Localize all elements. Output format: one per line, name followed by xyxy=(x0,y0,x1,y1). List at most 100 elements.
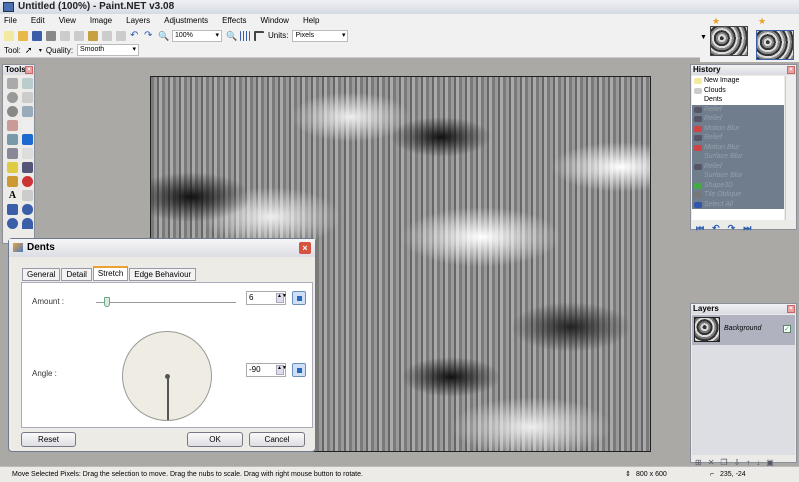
amount-spinner[interactable]: ▲▼ xyxy=(276,293,287,303)
deselect-icon[interactable] xyxy=(116,30,126,41)
ellipse-select-tool-icon[interactable] xyxy=(7,106,18,117)
cut-icon[interactable] xyxy=(60,30,70,41)
pencil-tool-icon[interactable] xyxy=(7,162,18,173)
move-selection-tool-icon[interactable] xyxy=(22,78,33,89)
history-item[interactable]: Surface Blur xyxy=(692,152,784,162)
units-select[interactable]: Pixels xyxy=(292,29,349,42)
amount-reset-button[interactable] xyxy=(292,291,306,305)
close-icon[interactable]: × xyxy=(25,66,33,74)
angle-spinner[interactable]: ▲▼ xyxy=(276,365,287,375)
menu-view[interactable]: View xyxy=(59,14,76,28)
menu-effects[interactable]: Effects xyxy=(222,14,246,28)
recolor-tool-icon[interactable] xyxy=(22,176,33,187)
tool-dropdown-icon[interactable]: ▾ xyxy=(39,47,42,54)
close-icon[interactable]: × xyxy=(787,66,795,74)
paste-icon[interactable] xyxy=(88,30,98,41)
paintbrush-tool-icon[interactable] xyxy=(7,148,18,159)
zoom-out-icon[interactable]: 🔍 xyxy=(158,31,169,41)
print-icon[interactable] xyxy=(46,30,56,41)
rewind-icon[interactable]: ⏮ xyxy=(696,223,704,234)
history-item[interactable]: Tile Oblique xyxy=(692,190,784,200)
move-selected-tool-icon[interactable]: ➚ xyxy=(25,45,35,55)
layers-title-text: Layers xyxy=(693,304,719,313)
history-item[interactable]: Motion Blur xyxy=(692,142,784,152)
fast-forward-icon[interactable]: ⏭ xyxy=(743,223,751,234)
rounded-rectangle-tool-icon[interactable] xyxy=(22,204,33,215)
save-icon[interactable] xyxy=(32,30,42,41)
history-item[interactable]: Dents xyxy=(692,95,784,105)
lasso-tool-icon[interactable] xyxy=(7,92,18,103)
history-item[interactable]: Motion Blur xyxy=(692,123,784,133)
image-size-icon: ⇕ xyxy=(625,471,631,478)
history-item[interactable]: Relief xyxy=(692,104,784,114)
close-icon[interactable]: × xyxy=(787,305,795,313)
zoom-tool-icon[interactable] xyxy=(22,106,33,117)
tab-stretch[interactable]: Stretch xyxy=(92,266,129,281)
zoom-select[interactable]: 100% xyxy=(172,29,222,42)
history-item[interactable]: Surface Blur xyxy=(692,171,784,181)
amount-input[interactable]: 6 ▲▼ xyxy=(246,291,287,305)
dents-dialog: Dents × General Detail Stretch Edge Behav… xyxy=(8,238,316,452)
move-selected-tool-icon[interactable] xyxy=(22,92,33,103)
amount-slider[interactable] xyxy=(96,297,236,307)
undo-icon[interactable]: ↶ xyxy=(130,30,140,41)
cancel-button[interactable]: Cancel xyxy=(249,432,305,447)
history-item[interactable]: Select All xyxy=(692,199,784,209)
menu-edit[interactable]: Edit xyxy=(31,14,45,28)
redo-icon[interactable]: ↷ xyxy=(144,30,154,41)
magic-wand-tool-icon[interactable] xyxy=(7,120,18,131)
chevron-down-icon[interactable]: ▼ xyxy=(700,34,707,41)
history-item-label: Relief xyxy=(704,105,722,113)
menu-image[interactable]: Image xyxy=(90,14,112,28)
tab-edge-behaviour[interactable]: Edge Behaviour xyxy=(129,268,197,281)
crop-icon[interactable] xyxy=(102,30,112,41)
eraser-tool-icon[interactable] xyxy=(22,148,33,159)
layer-visibility-checkbox[interactable]: ✓ xyxy=(783,325,791,333)
history-item[interactable]: Relief xyxy=(692,161,784,171)
history-item[interactable]: Clouds xyxy=(692,86,784,96)
history-item[interactable]: Relief xyxy=(692,133,784,143)
new-icon[interactable] xyxy=(4,30,14,41)
history-item[interactable]: Relief xyxy=(692,114,784,124)
menu-window[interactable]: Window xyxy=(260,14,288,28)
angle-input[interactable]: -90 ▲▼ xyxy=(246,363,287,377)
amount-slider-thumb[interactable] xyxy=(104,297,110,307)
image-thumbnail[interactable] xyxy=(710,26,748,56)
angle-reset-button[interactable] xyxy=(292,363,306,377)
tab-detail[interactable]: Detail xyxy=(61,268,92,281)
undo-icon[interactable]: ↶ xyxy=(712,223,720,234)
color-picker-tool-icon[interactable] xyxy=(22,162,33,173)
paint-bucket-tool-icon[interactable] xyxy=(7,134,18,145)
gradient-tool-icon[interactable] xyxy=(22,134,33,145)
close-icon[interactable]: × xyxy=(299,242,311,254)
zoom-in-icon[interactable]: 🔍 xyxy=(226,31,237,41)
image-thumbnail-active[interactable] xyxy=(756,30,794,60)
rectangle-tool-icon[interactable] xyxy=(7,204,18,215)
text-tool-icon[interactable]: A xyxy=(7,190,18,201)
menu-layers[interactable]: Layers xyxy=(126,14,150,28)
layer-item[interactable]: Background ✓ xyxy=(692,315,795,345)
ok-button[interactable]: OK xyxy=(187,432,243,447)
tab-general[interactable]: General xyxy=(22,268,61,281)
redo-icon[interactable]: ↷ xyxy=(728,223,736,234)
tool-label: Tool: xyxy=(4,45,21,55)
menu-help[interactable]: Help xyxy=(303,14,319,28)
line-tool-icon[interactable] xyxy=(22,190,33,201)
open-icon[interactable] xyxy=(18,30,28,41)
angle-dial[interactable] xyxy=(122,331,212,421)
ruler-icon[interactable] xyxy=(254,30,264,41)
history-scrollbar[interactable] xyxy=(785,76,795,220)
pan-tool-icon[interactable] xyxy=(22,120,33,131)
ellipse-tool-icon[interactable] xyxy=(7,218,18,229)
menu-file[interactable]: File xyxy=(4,14,17,28)
reset-button[interactable]: Reset xyxy=(21,432,76,447)
clone-stamp-tool-icon[interactable] xyxy=(7,176,18,187)
copy-icon[interactable] xyxy=(74,30,84,41)
freeform-shape-tool-icon[interactable] xyxy=(22,218,33,229)
history-item[interactable]: New Image xyxy=(692,76,784,86)
rectangle-select-tool-icon[interactable] xyxy=(7,78,18,89)
grid-icon[interactable] xyxy=(240,30,250,41)
history-item[interactable]: Shape3D xyxy=(692,180,784,190)
quality-select[interactable]: Smooth xyxy=(77,44,140,56)
menu-adjustments[interactable]: Adjustments xyxy=(164,14,208,28)
